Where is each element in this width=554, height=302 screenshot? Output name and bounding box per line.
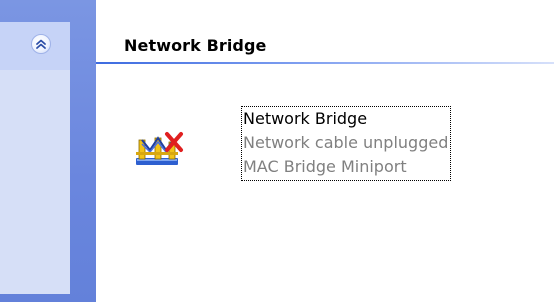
network-bridge-item[interactable]: Network Bridge Network cable unplugged M… — [130, 104, 510, 196]
connection-name: Network Bridge — [243, 109, 368, 128]
chevron-up-double-icon — [36, 39, 46, 49]
collapse-button[interactable] — [31, 34, 51, 54]
task-pane — [0, 0, 96, 302]
connections-view: Network Bridge Network Bridge Network ca… — [96, 0, 554, 302]
connection-device: MAC Bridge Miniport — [243, 157, 407, 176]
group-divider — [96, 62, 554, 64]
connection-label: Network Bridge Network cable unplugged M… — [241, 106, 452, 181]
task-pane-body — [0, 70, 70, 294]
window-content: Network Bridge Network Bridge Network ca… — [0, 0, 554, 302]
connection-status: Network cable unplugged — [243, 133, 449, 152]
network-bridge-disconnected-icon — [136, 132, 183, 165]
group-title: Network Bridge — [124, 36, 267, 55]
